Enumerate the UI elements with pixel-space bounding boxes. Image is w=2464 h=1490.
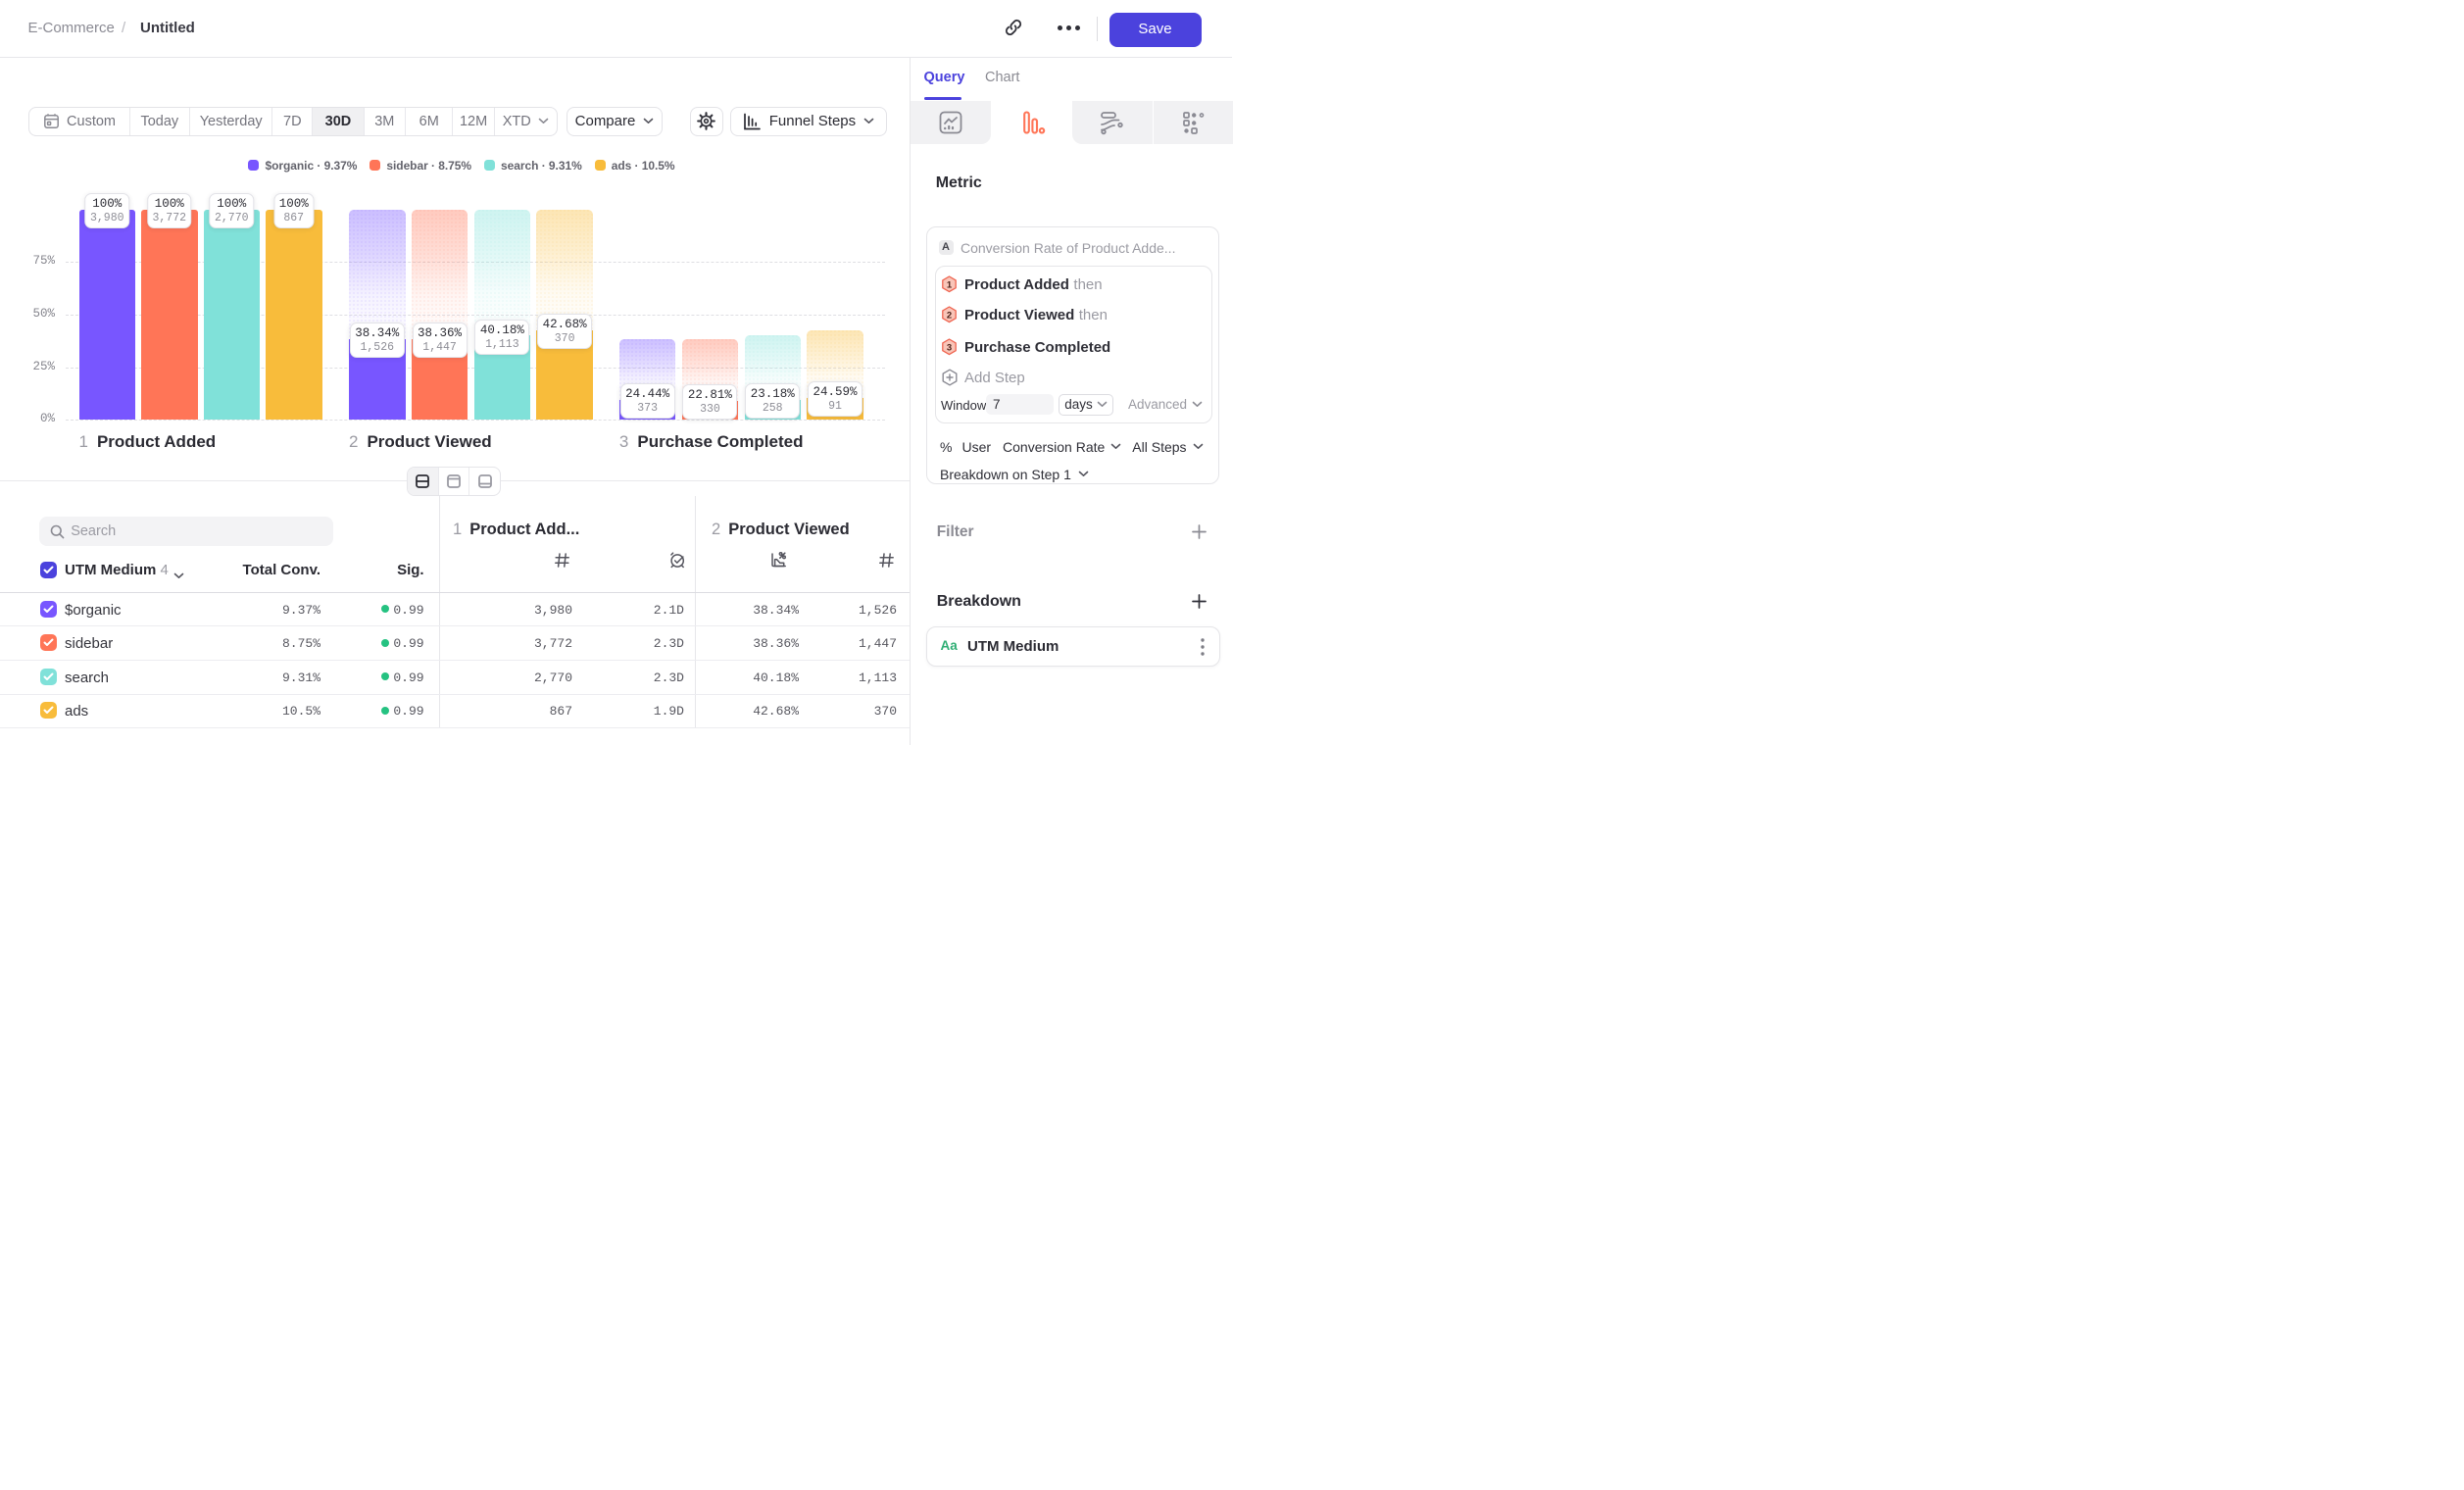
svg-text:2: 2 [947,310,952,321]
svg-text:3: 3 [947,342,952,353]
svg-text:1: 1 [947,279,953,290]
